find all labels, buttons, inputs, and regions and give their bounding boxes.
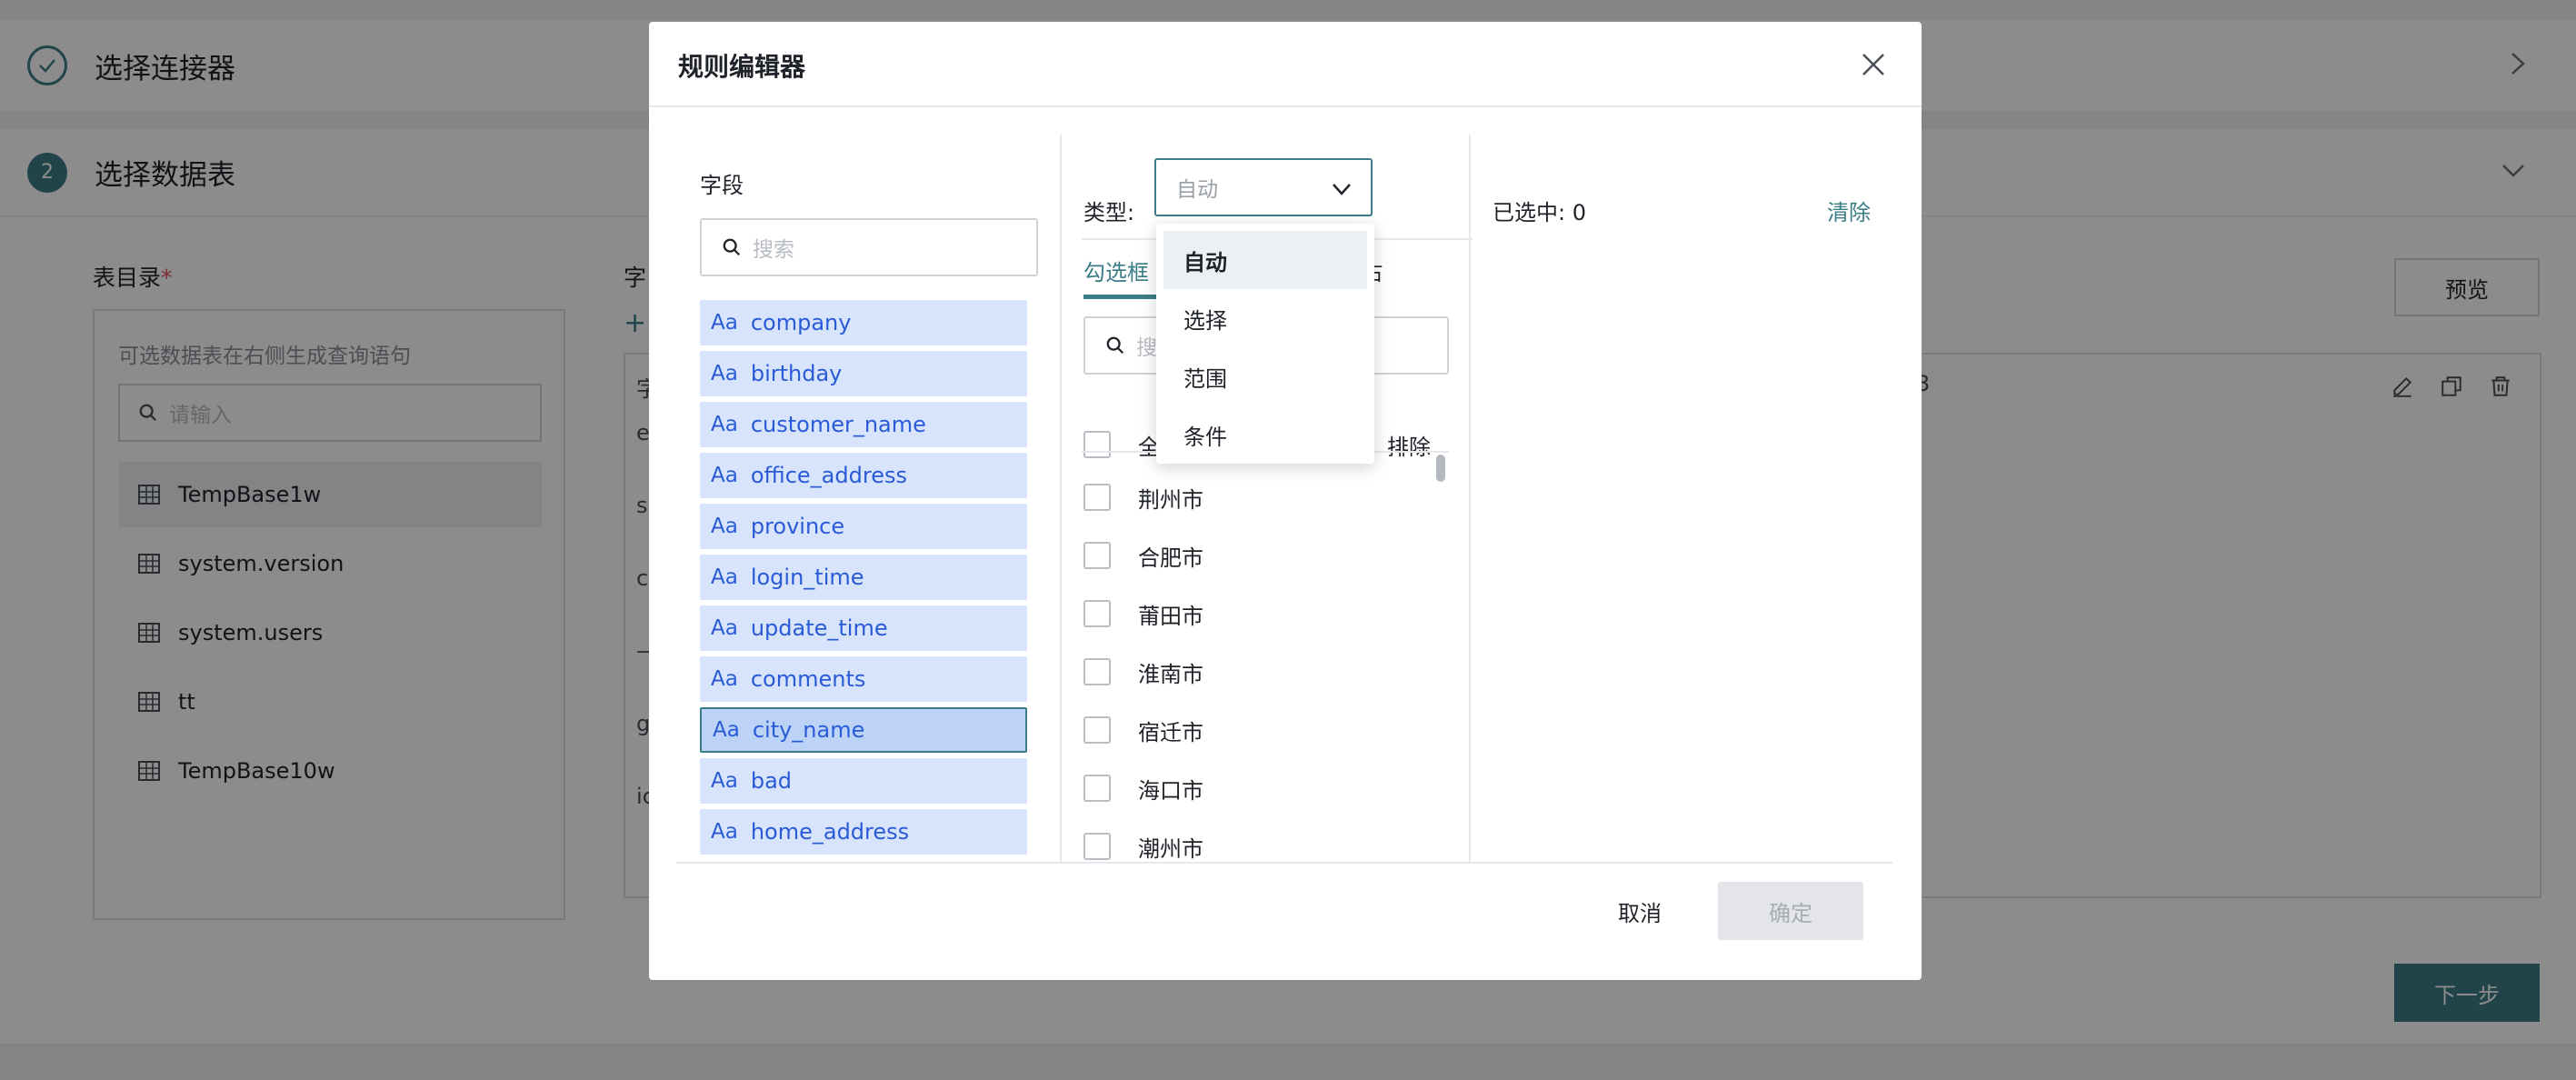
modal-title: 规则编辑器: [678, 52, 806, 82]
value-label: 莆田市: [1138, 604, 1203, 629]
value-checkbox[interactable]: [1083, 658, 1111, 685]
value-label: 荆州市: [1138, 487, 1203, 513]
cancel-button[interactable]: 取消: [1594, 882, 1685, 940]
text-type-icon: Aa: [711, 667, 738, 691]
value-label: 宿迁市: [1138, 720, 1203, 745]
field-search-placeholder: 搜索: [753, 238, 794, 262]
value-list-scrollbar[interactable]: [1436, 455, 1445, 482]
search-icon: [1106, 336, 1124, 355]
exclude-toggle[interactable]: 排除: [1387, 429, 1431, 461]
rule-editor-modal: 规则编辑器 字段 搜索 Aa company Aa birthday Aa custo…: [649, 22, 1922, 980]
value-checkbox[interactable]: [1083, 542, 1111, 569]
text-type-icon: Aa: [711, 413, 738, 436]
value-checkbox[interactable]: [1083, 716, 1111, 744]
type-select-placeholder: 自动: [1176, 178, 1218, 202]
field-item-label: birthday: [750, 361, 843, 386]
field-item-label: update_time: [750, 615, 888, 641]
text-type-icon: Aa: [711, 616, 738, 640]
field-list: Aa company Aa birthday Aa customer_name Aa o…: [700, 300, 1040, 875]
type-select[interactable]: 自动: [1154, 158, 1373, 216]
dropdown-option[interactable]: 条件: [1163, 405, 1367, 464]
chevron-down-icon: [1333, 184, 1351, 195]
field-search-input[interactable]: 搜索: [700, 218, 1038, 276]
value-checkbox[interactable]: [1083, 833, 1111, 860]
dropdown-option[interactable]: 范围: [1163, 347, 1367, 405]
field-item[interactable]: Aa login_time: [700, 555, 1027, 600]
dropdown-option[interactable]: 自动: [1163, 231, 1367, 289]
value-checkbox[interactable]: [1083, 775, 1111, 802]
selected-count: 已选中: 0: [1493, 200, 1586, 225]
field-item-label: home_address: [750, 819, 910, 845]
clear-button[interactable]: 清除: [1827, 195, 1871, 226]
field-item[interactable]: Aa province: [700, 504, 1027, 549]
confirm-button[interactable]: 确定: [1718, 882, 1863, 940]
close-icon[interactable]: [1858, 49, 1889, 80]
type-label: 类型:: [1083, 200, 1135, 225]
value-label: 淮南市: [1138, 662, 1203, 687]
field-item-label: login_time: [750, 565, 864, 590]
field-item[interactable]: Aa customer_name: [700, 402, 1027, 447]
field-item[interactable]: Aa birthday: [700, 351, 1027, 396]
text-type-icon: Aa: [711, 565, 738, 589]
field-item-selected[interactable]: Aa city_name: [700, 707, 1027, 753]
value-checkbox[interactable]: [1083, 484, 1111, 511]
fields-label: 字段: [700, 173, 744, 198]
field-item-label: city_name: [752, 717, 865, 743]
text-type-icon: Aa: [711, 515, 738, 538]
search-icon: [723, 238, 741, 256]
dropdown-option[interactable]: 选择: [1163, 289, 1367, 347]
column-divider: [1469, 135, 1471, 862]
field-item[interactable]: Aa update_time: [700, 605, 1027, 651]
field-item-label: province: [750, 514, 845, 539]
field-item-label: comments: [750, 666, 866, 692]
value-checkbox[interactable]: [1083, 600, 1111, 627]
field-item-label: company: [750, 310, 852, 335]
field-item[interactable]: Aa bad: [700, 758, 1027, 804]
column-divider: [1060, 135, 1062, 862]
field-item-label: customer_name: [750, 412, 926, 437]
value-label: 海口市: [1138, 778, 1203, 804]
value-search-placeholder: 搜: [1136, 336, 1157, 360]
field-item[interactable]: Aa home_address: [700, 809, 1027, 855]
text-type-icon: Aa: [711, 464, 738, 487]
field-item[interactable]: Aa office_address: [700, 453, 1027, 498]
tab-checkbox[interactable]: 勾选框: [1083, 255, 1149, 286]
value-label: 潮州市: [1138, 836, 1203, 862]
modal-header-divider: [649, 105, 1922, 107]
value-label: 合肥市: [1138, 545, 1203, 571]
type-dropdown-menu: 自动 选择 范围 条件: [1156, 224, 1374, 464]
text-type-icon: Aa: [711, 769, 738, 793]
field-item-label: bad: [750, 768, 793, 794]
text-type-icon: Aa: [713, 718, 740, 742]
footer-divider: [676, 862, 1892, 864]
select-all-checkbox[interactable]: [1083, 431, 1111, 458]
text-type-icon: Aa: [711, 362, 738, 385]
text-type-icon: Aa: [711, 311, 738, 335]
field-item[interactable]: Aa comments: [700, 656, 1027, 702]
text-type-icon: Aa: [711, 820, 738, 844]
field-item-label: office_address: [750, 463, 907, 488]
field-item[interactable]: Aa company: [700, 300, 1027, 345]
